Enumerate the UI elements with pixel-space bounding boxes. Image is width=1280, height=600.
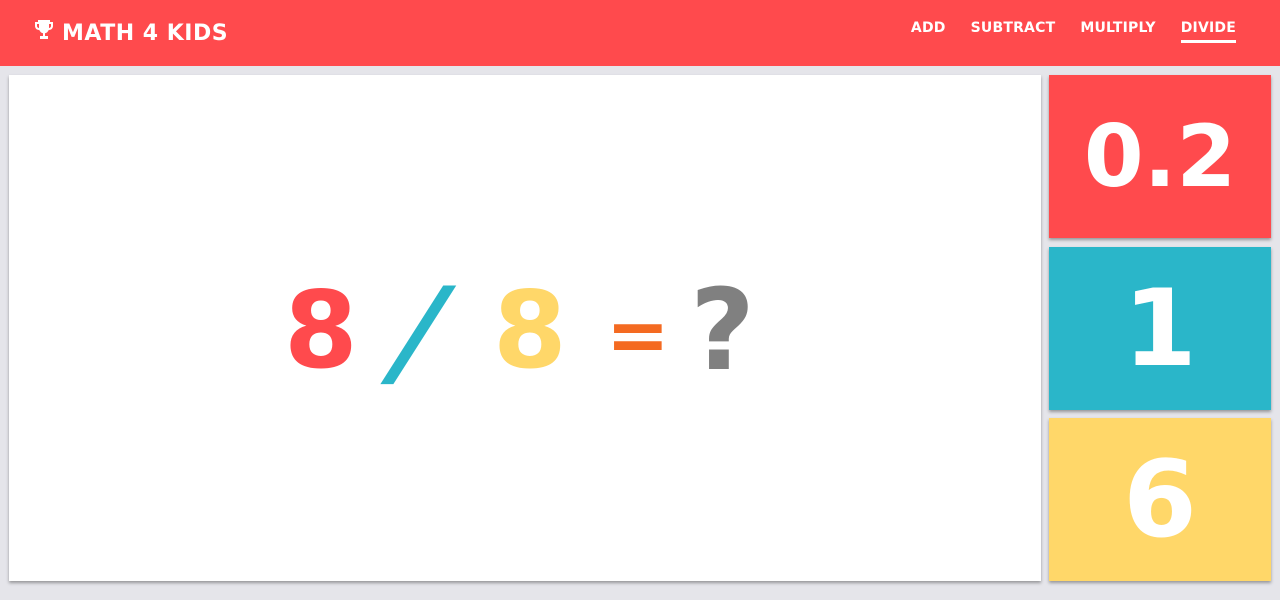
answer-option-1[interactable]: 0.2 — [1049, 75, 1271, 238]
answer-value: 1 — [1123, 266, 1197, 390]
equals-symbol: = — [606, 290, 670, 379]
unknown-symbol: ? — [690, 266, 755, 396]
nav-subtract[interactable]: SUBTRACT — [971, 20, 1056, 40]
answer-option-2[interactable]: 1 — [1049, 247, 1271, 410]
right-operand: 8 — [493, 269, 567, 392]
top-nav-bar: MATH 4 KIDS ADD SUBTRACT MULTIPLY DIVIDE — [0, 0, 1280, 66]
equation-display: 8 / 8 = ? — [9, 75, 1041, 581]
answer-value: 6 — [1123, 437, 1197, 561]
operation-nav: ADD SUBTRACT MULTIPLY DIVIDE — [886, 20, 1236, 46]
answer-options: 0.2 1 6 — [1049, 75, 1271, 581]
answer-value: 0.2 — [1083, 106, 1237, 207]
operator-symbol: / — [374, 263, 464, 402]
left-operand: 8 — [284, 269, 358, 392]
trophy-icon — [32, 18, 62, 48]
nav-divide[interactable]: DIVIDE — [1180, 20, 1236, 43]
brand-logo[interactable]: MATH 4 KIDS — [32, 18, 228, 48]
answer-option-3[interactable]: 6 — [1049, 418, 1271, 581]
nav-multiply[interactable]: MULTIPLY — [1080, 20, 1155, 40]
equation-board: 8 / 8 = ? — [9, 75, 1041, 581]
brand-title: MATH 4 KIDS — [62, 20, 229, 46]
nav-add[interactable]: ADD — [911, 20, 946, 40]
